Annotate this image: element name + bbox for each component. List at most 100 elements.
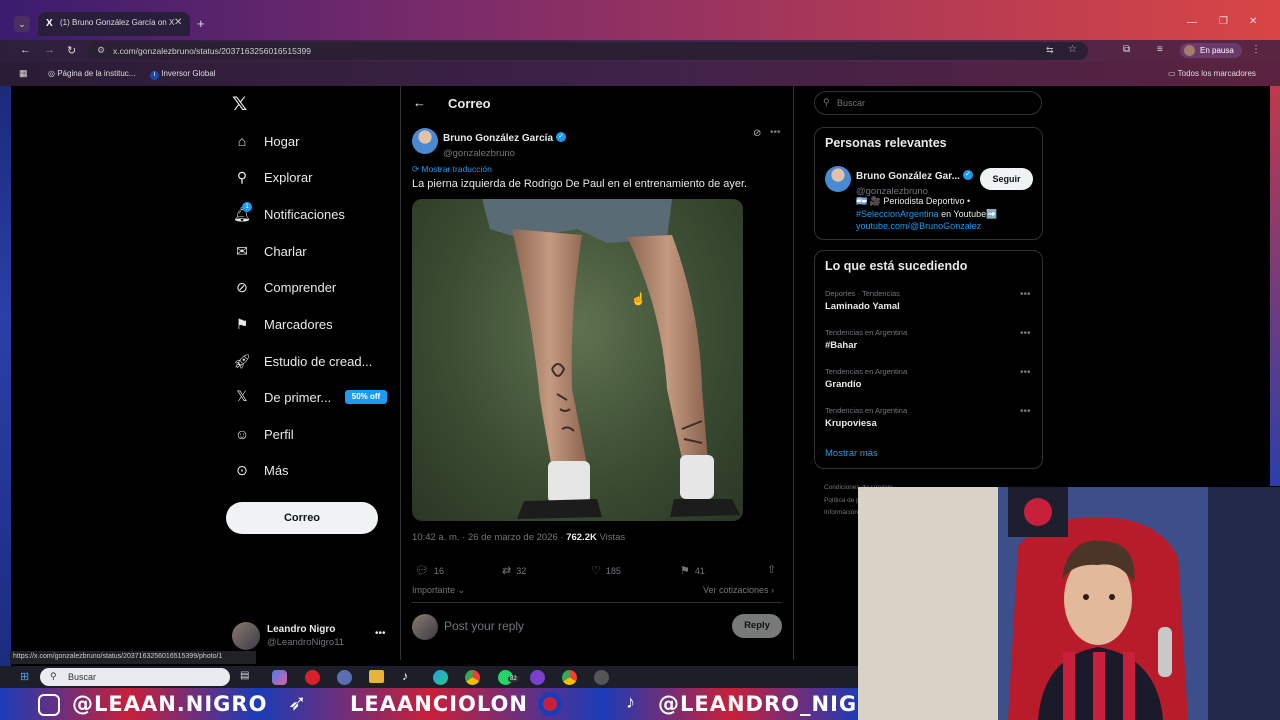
tab-close-icon[interactable]: ✕ bbox=[174, 17, 182, 28]
profile-chip[interactable]: En pausa bbox=[1180, 43, 1242, 58]
translate-icon[interactable]: ⇆ bbox=[1046, 45, 1054, 56]
trend-item[interactable]: Tendencias en Argentina #Bahar ••• bbox=[825, 328, 1035, 351]
translate-label: Mostrar traducción bbox=[421, 164, 492, 174]
obs-icon[interactable] bbox=[594, 670, 609, 685]
post-more-icon[interactable]: ••• bbox=[770, 127, 781, 138]
quotes-label: Ver cotizaciones bbox=[703, 585, 769, 595]
show-more-link[interactable]: Mostrar más bbox=[825, 448, 878, 459]
address-bar[interactable]: ⚙ x.com/gonzalezbruno/status/20371632560… bbox=[88, 42, 1088, 60]
reload-button[interactable]: ↻ bbox=[67, 44, 76, 57]
file-explorer-icon[interactable] bbox=[369, 670, 384, 683]
close-window-button[interactable]: ✕ bbox=[1249, 16, 1257, 27]
sidebar-item-profile[interactable]: ☺ Perfil bbox=[232, 420, 294, 448]
legs-photo-illustration bbox=[482, 199, 740, 519]
sidebar-item-creator-studio[interactable]: 🚀︎ Estudio de cread... bbox=[232, 347, 372, 375]
bookmark-icon: ⚑ bbox=[235, 315, 249, 332]
post-image[interactable] bbox=[412, 199, 743, 521]
author-info[interactable]: Bruno González García ✓ @gonzalezbruno bbox=[443, 128, 567, 159]
sidebar-item-label: Comprender bbox=[264, 279, 337, 295]
account-name: Leandro Nigro bbox=[267, 624, 336, 635]
new-tab-button[interactable]: + bbox=[197, 16, 205, 31]
sidebar-item-premium[interactable]: 𝕏 De primer... bbox=[232, 383, 331, 411]
profile-avatar bbox=[1184, 45, 1195, 56]
taskbar-search[interactable]: ⚲ Buscar bbox=[40, 668, 230, 686]
repost-action[interactable]: ⇄ 32 bbox=[502, 564, 526, 577]
author-avatar[interactable] bbox=[412, 128, 438, 154]
browser-tab-active[interactable]: X (1) Bruno González García on X ✕ bbox=[38, 12, 190, 36]
sidebar-item-bookmarks[interactable]: ⚑ Marcadores bbox=[232, 310, 333, 338]
x-logo-icon[interactable]: 𝕏 bbox=[232, 93, 247, 115]
account-switcher[interactable]: Leandro Nigro @LeandroNigro11 bbox=[267, 624, 344, 648]
translate-link[interactable]: ⟳ Mostrar traducción bbox=[412, 164, 492, 175]
grok-explain-icon[interactable]: ⊘ bbox=[753, 128, 761, 139]
app-icon[interactable] bbox=[530, 670, 545, 685]
bookmark-item[interactable]: I Inversor Global bbox=[150, 69, 215, 80]
relevance-dropdown[interactable]: Importante ⌄ bbox=[412, 585, 465, 596]
trend-item[interactable]: Deportes · Tendencias Laminado Yamal ••• bbox=[825, 289, 1035, 312]
trend-more-icon[interactable]: ••• bbox=[1020, 406, 1031, 417]
chrome-menu-icon[interactable]: ⋮ bbox=[1251, 44, 1261, 55]
grok-icon: ⊘ bbox=[236, 278, 248, 295]
relevance-label: Importante bbox=[412, 585, 456, 595]
bio-text: 🇦🇷 🎥 Periodista Deportivo • bbox=[856, 196, 971, 206]
like-action[interactable]: ♡ 185 bbox=[591, 564, 621, 577]
share-action[interactable]: ⇧ bbox=[767, 563, 776, 576]
sidebar-item-chat[interactable]: ✉ Charlar bbox=[232, 237, 307, 265]
reply-button[interactable]: Reply bbox=[732, 614, 782, 638]
background-strip-right bbox=[1270, 86, 1280, 486]
bookmark-star-icon[interactable]: ☆ bbox=[1068, 44, 1077, 55]
trend-more-icon[interactable]: ••• bbox=[1020, 289, 1031, 300]
copilot-icon[interactable] bbox=[272, 670, 287, 685]
trending-title: Lo que está sucediendo bbox=[825, 259, 968, 273]
sidebar-item-grok[interactable]: ⊘ Comprender bbox=[232, 273, 336, 301]
back-button[interactable]: ← bbox=[20, 44, 31, 56]
x-logo-icon: 𝕏 bbox=[236, 389, 248, 405]
back-arrow-icon[interactable]: ← bbox=[413, 95, 426, 110]
sidebar-item-home[interactable]: ⌂ Hogar bbox=[232, 127, 300, 155]
tiktok-icon[interactable]: ♪ bbox=[402, 669, 408, 683]
follow-button[interactable]: Seguir bbox=[980, 168, 1033, 190]
app-icon[interactable] bbox=[337, 670, 352, 685]
bookmark-action[interactable]: ⚑ 41 bbox=[680, 564, 705, 577]
bio-link[interactable]: youtube.com/@BrunoGonzalez bbox=[856, 221, 981, 231]
reply-input[interactable]: Post your reply bbox=[444, 619, 714, 633]
trend-item[interactable]: Tendencias en Argentina Krupoviesa ••• bbox=[825, 406, 1035, 429]
sidebar-item-label: Marcadores bbox=[264, 316, 333, 332]
media-icon[interactable]: ≡ bbox=[1157, 44, 1163, 55]
restore-button[interactable]: ❐ bbox=[1219, 16, 1228, 27]
windows-start-icon[interactable]: ⊞ bbox=[20, 670, 29, 683]
apps-grid-icon[interactable]: ▦ bbox=[19, 68, 28, 79]
tab-search-button[interactable]: ⌄ bbox=[14, 16, 30, 32]
trend-item[interactable]: Tendencias en Argentina Grandío ••• bbox=[825, 367, 1035, 390]
trend-more-icon[interactable]: ••• bbox=[1020, 328, 1031, 339]
edge-icon[interactable] bbox=[433, 670, 448, 685]
minimize-button[interactable]: — bbox=[1187, 17, 1197, 28]
task-view-icon[interactable]: ▤ bbox=[240, 670, 249, 681]
bookmark-item[interactable]: ◎ Página de la instituc... bbox=[48, 69, 135, 78]
extensions-icon[interactable]: ⧉ bbox=[1123, 44, 1130, 55]
chrome-icon[interactable] bbox=[465, 670, 480, 685]
bio-text: en Youtube➡️ bbox=[938, 208, 998, 219]
sidebar-item-explore[interactable]: ⚲ Explorar bbox=[232, 163, 313, 191]
search-input[interactable]: ⚲ Buscar bbox=[814, 91, 1042, 115]
person-avatar[interactable] bbox=[825, 166, 851, 192]
quotes-link[interactable]: Ver cotizaciones › bbox=[703, 585, 774, 595]
all-bookmarks[interactable]: ▭ Todos los marcadores bbox=[1168, 69, 1256, 78]
forward-button[interactable]: → bbox=[44, 44, 55, 56]
opera-icon[interactable] bbox=[305, 670, 320, 685]
account-menu-icon[interactable]: ••• bbox=[375, 628, 386, 639]
trend-more-icon[interactable]: ••• bbox=[1020, 367, 1031, 378]
reply-action[interactable]: 💬︎ 16 bbox=[415, 564, 444, 577]
post-button[interactable]: Correo bbox=[226, 502, 378, 534]
sidebar-item-more[interactable]: ⊙ Más bbox=[232, 456, 288, 484]
person-info[interactable]: Bruno González Gar... ✓ @gonzalezbruno bbox=[856, 166, 973, 197]
bio-hashtag[interactable]: #SeleccionArgentina bbox=[856, 209, 939, 219]
chrome-icon[interactable] bbox=[562, 670, 577, 685]
heart-icon: ♡ bbox=[591, 565, 601, 577]
club-crest-icon bbox=[538, 692, 562, 716]
tiktok-icon: ♪ bbox=[626, 692, 635, 712]
trend-name: Grandío bbox=[825, 379, 862, 390]
account-avatar[interactable] bbox=[232, 622, 260, 650]
site-info-icon[interactable]: ⚙ bbox=[97, 45, 105, 56]
home-icon: ⌂ bbox=[237, 133, 247, 149]
